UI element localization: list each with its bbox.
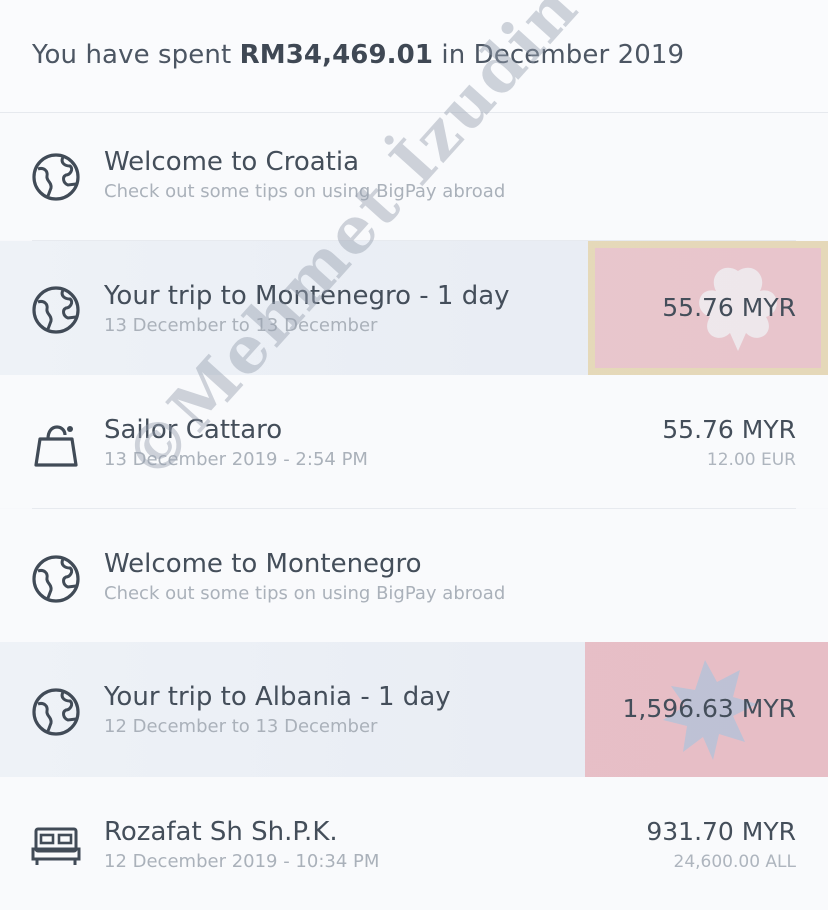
item-subtitle: 12 December to 13 December (104, 716, 378, 737)
globe-icon (32, 286, 80, 334)
list-item-welcome-croatia[interactable]: Welcome to Croatia Check out some tips o… (0, 113, 828, 240)
item-subtitle: 12 December 2019 - 10:34 PM (104, 851, 380, 872)
globe-icon (32, 153, 80, 201)
monthly-summary: You have spent RM34,469.01 in December 2… (0, 0, 828, 113)
list-item-welcome-montenegro[interactable]: Welcome to Montenegro Check out some tip… (0, 509, 828, 642)
item-amount: 931.70 MYR (646, 817, 796, 846)
spent-summary-text: You have spent RM34,469.01 in December 2… (32, 40, 684, 70)
item-title: Sailor Cattaro (104, 415, 283, 445)
bed-icon (31, 827, 81, 865)
item-subtitle: Check out some tips on using BigPay abro… (104, 181, 506, 202)
shopping-bag-icon (34, 425, 78, 467)
globe-icon (32, 688, 80, 736)
item-title: Your trip to Montenegro - 1 day (104, 281, 510, 311)
item-subtitle: 13 December to 13 December (104, 315, 378, 336)
list-item-sailor-cattaro[interactable]: Sailor Cattaro 13 December 2019 - 2:54 P… (0, 375, 828, 508)
item-amount: 55.76 MYR (662, 293, 796, 322)
spent-amount: RM34,469.01 (239, 40, 434, 70)
item-amount-foreign: 24,600.00 ALL (673, 852, 797, 872)
item-title: Welcome to Montenegro (104, 549, 422, 579)
list-item-trip-albania[interactable]: Your trip to Albania - 1 day 12 December… (0, 642, 828, 777)
item-subtitle: Check out some tips on using BigPay abro… (104, 583, 506, 604)
summary-prefix: You have spent (32, 40, 240, 70)
item-subtitle: 13 December 2019 - 2:54 PM (104, 449, 368, 470)
list-item-trip-montenegro[interactable]: Your trip to Montenegro - 1 day 13 Decem… (0, 241, 828, 375)
list-item-rozafat[interactable]: Rozafat Sh Sh.P.K. 12 December 2019 - 10… (0, 777, 828, 910)
item-amount-foreign: 12.00 EUR (706, 450, 796, 470)
item-title: Welcome to Croatia (104, 147, 360, 177)
item-amount: 55.76 MYR (662, 415, 796, 444)
summary-suffix: in December 2019 (433, 40, 685, 70)
globe-icon (32, 555, 80, 603)
item-amount: 1,596.63 MYR (622, 694, 797, 723)
item-title: Your trip to Albania - 1 day (104, 682, 451, 712)
item-title: Rozafat Sh Sh.P.K. (104, 817, 338, 847)
